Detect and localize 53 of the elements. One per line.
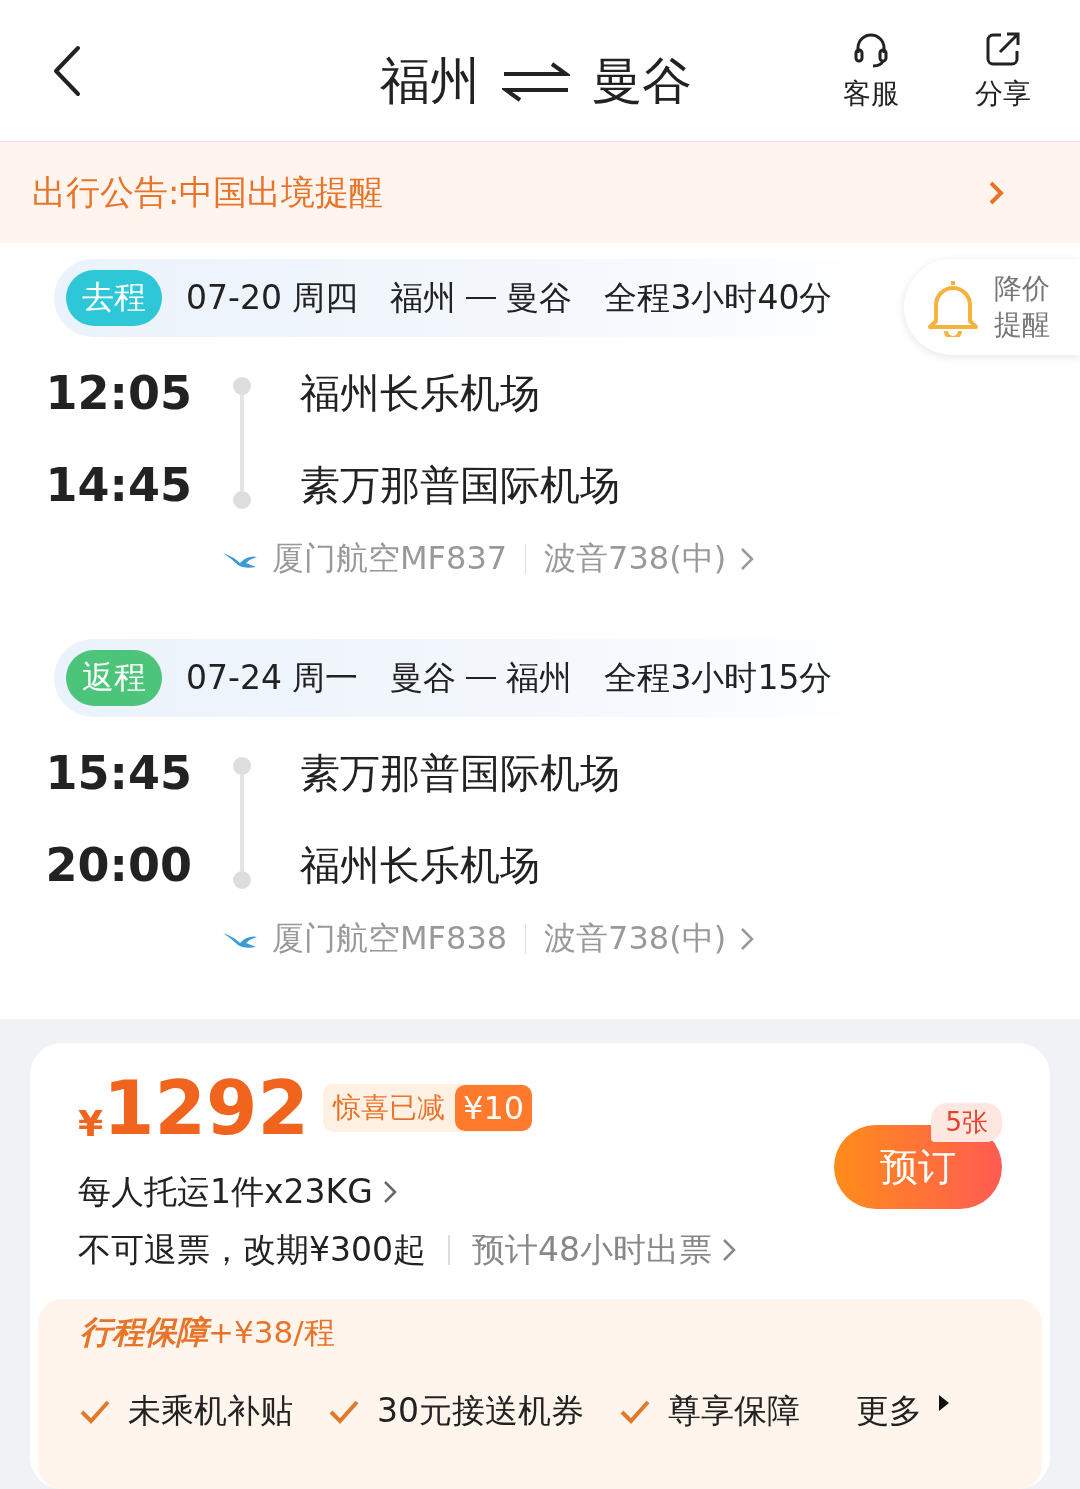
route-from: 福州 [390,276,457,319]
trip-tag: 去程 [66,270,162,326]
price-alert-button[interactable]: 降价 提醒 [904,259,1080,355]
trip-date: 07-24 周一 [186,656,359,699]
notice-banner[interactable]: 出行公告:中国出境提醒 [0,142,1080,243]
trip-tag: 返程 [66,650,162,706]
price: 1292 [103,1065,310,1151]
flight-number[interactable]: 厦门航空MF837 [272,537,508,581]
notice-text: 出行公告:中国出境提醒 [32,170,384,214]
benefit-text: 尊享保障 [668,1390,800,1432]
trip-duration: 全程3小时40分 [604,276,833,319]
baggage-info[interactable]: 每人托运1件x23KG [78,1169,373,1215]
aircraft-type[interactable]: 波音738(中) [544,537,727,581]
arrival-airport: 素万那普国际机场 [300,460,620,510]
check-icon [80,1398,110,1425]
arrival-time: 20:00 [44,838,192,892]
chevron-right-icon [740,927,755,951]
departure-time: 12:05 [44,366,192,420]
route-from: 曼谷 [390,656,457,699]
discount-amount: ¥10 [455,1085,533,1131]
refund-policy[interactable]: 不可退票，改期¥300起 [78,1227,426,1273]
trip-date: 07-20 周四 [186,276,359,319]
header-action-button[interactable]: 分享 [962,28,1044,113]
departure-airport: 素万那普国际机场 [300,748,620,798]
arrival-time: 14:45 [44,458,192,512]
currency-symbol: ¥ [78,1102,104,1144]
header-action-button[interactable]: 客服 [830,28,912,113]
more-button[interactable]: 更多 [856,1389,922,1434]
chevron-right-icon [382,1180,397,1204]
back-icon[interactable] [52,44,82,97]
route-to: 福州 [506,656,573,699]
benefit-text: 30元接送机券 [377,1390,584,1432]
seats-left-badge: 5张 [931,1103,1002,1142]
aircraft-type[interactable]: 波音738(中) [544,917,727,961]
route-dash [466,297,497,299]
benefit-text: 未乘机补贴 [128,1390,293,1432]
flight-number[interactable]: 厦门航空MF838 [272,917,508,961]
departure-airport: 福州长乐机场 [300,368,540,418]
chevron-right-icon [740,547,755,571]
check-icon [620,1398,650,1425]
origin-city: 福州 [380,51,480,112]
chevron-right-icon [988,179,1004,206]
route-to: 曼谷 [506,276,573,319]
triangle-right-icon [938,1393,950,1412]
destination-city: 曼谷 [592,51,692,112]
discount-label: 惊喜已减 [331,1090,447,1126]
ticketing-time[interactable]: 预计48小时出票 [472,1227,712,1273]
chevron-right-icon [722,1238,736,1262]
check-icon [329,1398,359,1425]
route-dash [466,677,497,679]
arrival-airport: 福州长乐机场 [300,840,540,890]
trip-duration: 全程3小时15分 [604,656,833,699]
departure-time: 15:45 [44,746,192,800]
